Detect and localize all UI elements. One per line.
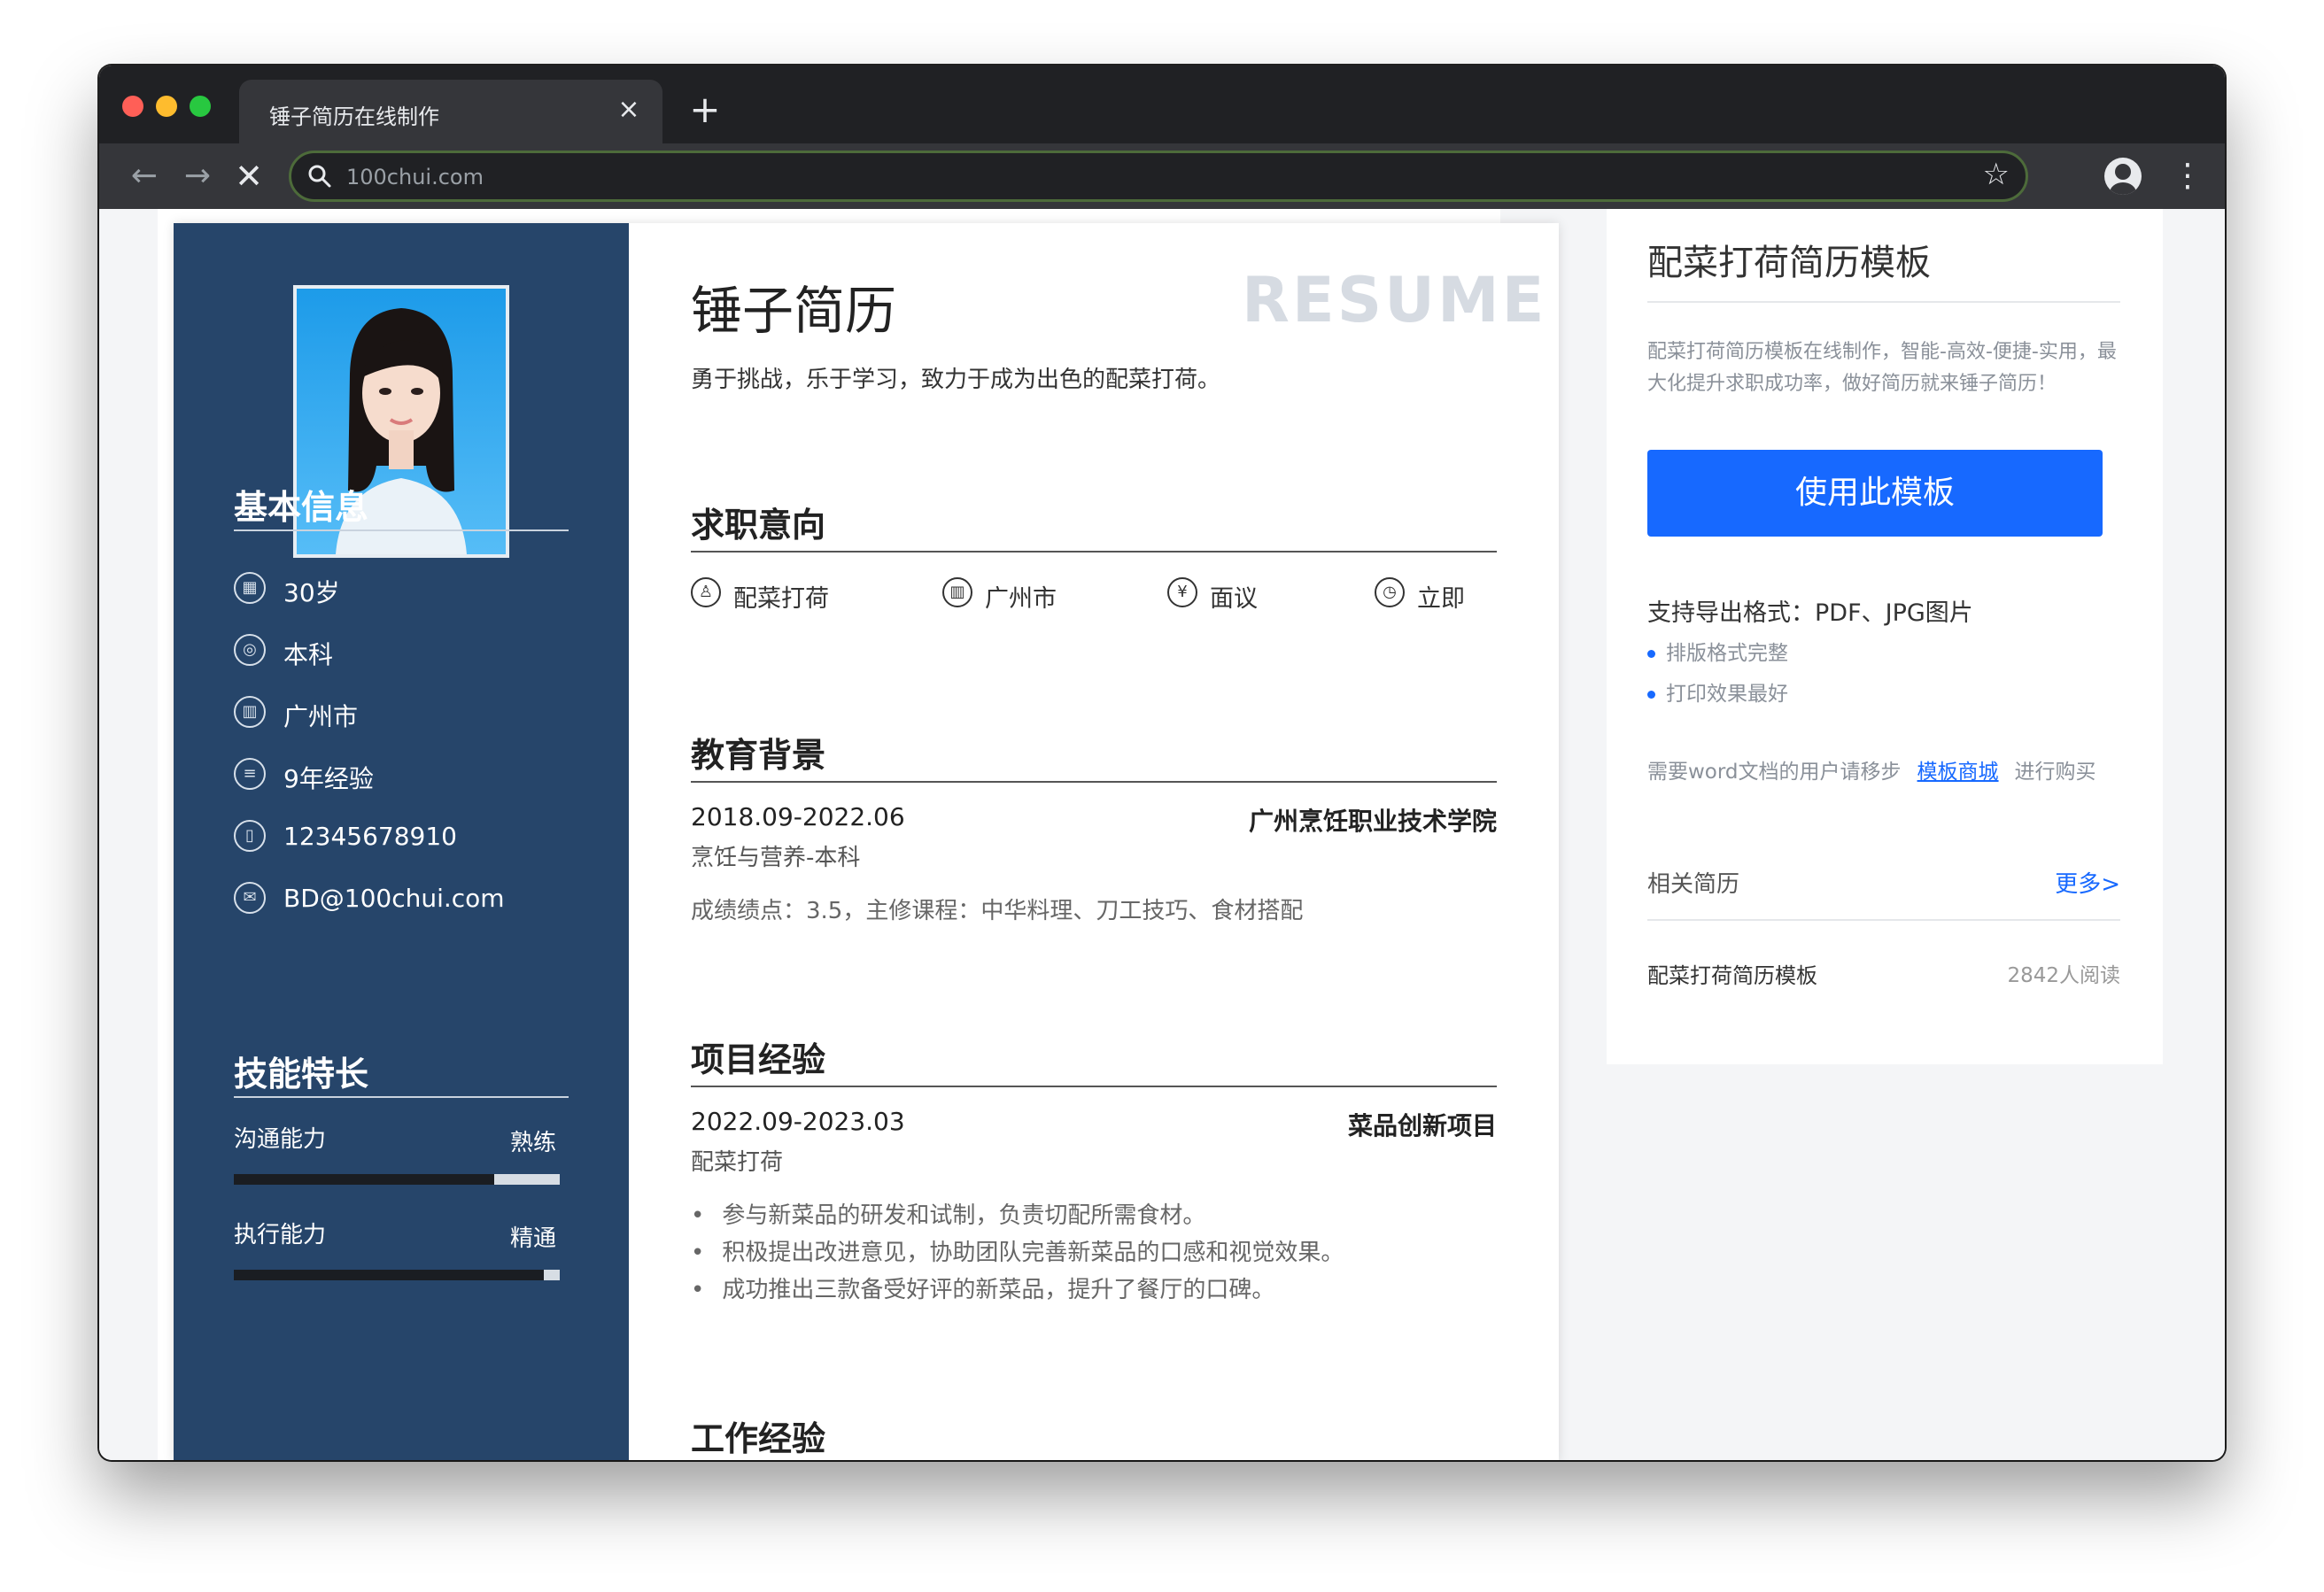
project-role: 配菜打荷 xyxy=(691,1149,784,1176)
browser-titlebar: 锤子简历在线制作 × + xyxy=(99,66,2225,143)
skill-level: 熟练 xyxy=(510,1130,557,1156)
page-viewport: 基本信息 ▦ 30岁 ◎ 本科 ▥ 广州市 ≡ 9年经验 ▯ 123456789… xyxy=(99,209,2225,1460)
education-school: 广州烹饪职业技术学院 xyxy=(1248,807,1497,836)
back-icon[interactable]: ← xyxy=(124,156,165,197)
resume-area: 基本信息 ▦ 30岁 ◎ 本科 ▥ 广州市 ≡ 9年经验 ▯ 123456789… xyxy=(158,209,1559,1460)
more-link[interactable]: 更多> xyxy=(2055,866,2120,899)
skill-name: 沟通能力 xyxy=(234,1126,327,1153)
project-bullet: 积极提出改进意见，协助团队完善新菜品的口感和视觉效果。 xyxy=(691,1234,1344,1267)
sidebar-title-divider xyxy=(1647,301,2120,303)
sidebar-title: 配菜打荷简历模板 xyxy=(1647,243,1931,283)
related-divider xyxy=(1647,919,2120,921)
address-bar[interactable]: 100chui.com ☆ xyxy=(289,151,2028,202)
projects-divider xyxy=(691,1086,1497,1087)
tab-close-icon[interactable]: × xyxy=(611,92,647,128)
resume-watermark: RESUME xyxy=(1242,264,1547,336)
url-text[interactable]: 100chui.com xyxy=(346,165,484,189)
forward-icon[interactable]: → xyxy=(177,156,218,197)
feature-point: 排版格式完整 xyxy=(1647,636,1788,666)
education-divider xyxy=(691,781,1497,783)
skill-progress-fill xyxy=(234,1174,495,1185)
project-date: 2022.09-2023.03 xyxy=(691,1107,905,1136)
skill-progress-bar xyxy=(234,1174,560,1185)
info-phone-text: 12345678910 xyxy=(283,822,457,851)
project-name: 菜品创新项目 xyxy=(1347,1111,1497,1140)
browser-tab[interactable]: 锤子简历在线制作 × xyxy=(239,80,662,143)
feature-point: 打印效果最好 xyxy=(1647,676,1788,707)
job-intent-divider xyxy=(691,551,1497,553)
related-resumes-label: 相关简历 xyxy=(1647,871,1740,898)
clock-icon: ◷ xyxy=(1375,577,1405,607)
minimize-window-button[interactable] xyxy=(156,96,177,117)
close-window-button[interactable] xyxy=(122,96,143,117)
graduation-icon: ◎ xyxy=(234,634,266,666)
intent-availability-text: 立即 xyxy=(1417,585,1465,613)
info-email-text: BD@100chui.com xyxy=(283,884,505,913)
mail-icon: ✉ xyxy=(234,882,266,914)
building-icon: ▥ xyxy=(234,696,266,728)
intent-position-text: 配菜打荷 xyxy=(733,585,829,613)
city-icon: ▥ xyxy=(942,577,972,607)
phone-icon: ▯ xyxy=(234,820,266,852)
resume-main-panel: 锤子简历 RESUME 勇于挑战，乐于学习，致力于成为出色的配菜打荷。 求职意向… xyxy=(629,223,1559,1460)
export-formats: 支持导出格式：PDF、JPG图片 xyxy=(1647,599,1973,627)
profile-icon[interactable] xyxy=(2104,158,2142,195)
work-title: 工作经验 xyxy=(691,1419,826,1458)
chef-hat-icon: ♙ xyxy=(691,577,721,607)
skill-name: 执行能力 xyxy=(234,1222,327,1248)
info-age-text: 30岁 xyxy=(283,578,340,607)
projects-title: 项目经验 xyxy=(691,1040,826,1079)
tab-title: 锤子简历在线制作 xyxy=(269,104,439,129)
resume-motto: 勇于挑战，乐于学习，致力于成为出色的配菜打荷。 xyxy=(691,367,1221,393)
intent-city-text: 广州市 xyxy=(985,585,1057,613)
intent-salary-text: 面议 xyxy=(1210,585,1258,613)
project-bullet: 成功推出三款备受好评的新菜品，提升了餐厅的口碑。 xyxy=(691,1271,1274,1304)
yen-icon: ¥ xyxy=(1167,577,1197,607)
browser-toolbar: ← → ✕ 100chui.com ☆ ⋮ xyxy=(99,143,2225,209)
education-major: 烹饪与营养-本科 xyxy=(691,845,861,871)
document-icon: ≡ xyxy=(234,758,266,790)
education-date: 2018.09-2022.06 xyxy=(691,802,905,831)
info-experience-text: 9年经验 xyxy=(283,764,374,793)
resume-left-panel: 基本信息 ▦ 30岁 ◎ 本科 ▥ 广州市 ≡ 9年经验 ▯ 123456789… xyxy=(174,223,629,1460)
related-resume-reads: 2842人阅读 xyxy=(2007,964,2120,987)
browser-menu-icon[interactable]: ⋮ xyxy=(2172,156,2204,197)
education-detail: 成绩绩点：3.5，主修课程：中华料理、刀工技巧、食材搭配 xyxy=(691,898,1304,924)
basic-info-divider xyxy=(234,529,569,531)
maximize-window-button[interactable] xyxy=(190,96,211,117)
info-city-text: 广州市 xyxy=(283,702,359,731)
calendar-icon: ▦ xyxy=(234,572,266,604)
template-sidebar: 配菜打荷简历模板 配菜打荷简历模板在线制作，智能-高效-便捷-实用，最大化提升求… xyxy=(1607,209,2163,1064)
skill-progress-bar xyxy=(234,1270,560,1280)
use-template-button[interactable]: 使用此模板 xyxy=(1647,450,2103,537)
resume-document: 基本信息 ▦ 30岁 ◎ 本科 ▥ 广州市 ≡ 9年经验 ▯ 123456789… xyxy=(174,223,1559,1460)
skill-level: 精通 xyxy=(510,1225,557,1252)
skills-title: 技能特长 xyxy=(234,1055,369,1094)
resume-name: 锤子简历 xyxy=(691,281,897,341)
job-intent-title: 求职意向 xyxy=(691,506,826,545)
browser-window: 锤子简历在线制作 × + ← → ✕ 100chui.com ☆ ⋮ 基本信息 … xyxy=(99,66,2225,1460)
template-store-link[interactable]: 模板商城 xyxy=(1917,761,1999,784)
basic-info-title: 基本信息 xyxy=(234,488,369,527)
skills-divider xyxy=(234,1096,569,1098)
search-icon xyxy=(308,165,331,188)
new-tab-button[interactable]: + xyxy=(684,89,726,131)
skill-progress-fill xyxy=(234,1270,544,1280)
info-education-text: 本科 xyxy=(283,640,334,669)
word-hint: 需要word文档的用户请移步 模板商城 进行购买 xyxy=(1647,754,2096,784)
bookmark-star-icon[interactable]: ☆ xyxy=(1983,157,2010,192)
project-bullet: 参与新菜品的研发和试制，负责切配所需食材。 xyxy=(691,1197,1205,1230)
word-hint-prefix: 需要word文档的用户请移步 xyxy=(1647,761,1902,784)
word-hint-suffix: 进行购买 xyxy=(2014,761,2096,784)
related-resume-link[interactable]: 配菜打荷简历模板 xyxy=(1647,958,1817,989)
stop-loading-icon[interactable]: ✕ xyxy=(229,156,269,197)
education-title: 教育背景 xyxy=(691,736,826,775)
sidebar-description: 配菜打荷简历模板在线制作，智能-高效-便捷-实用，最大化提升求职成功率，做好简历… xyxy=(1647,341,2117,395)
